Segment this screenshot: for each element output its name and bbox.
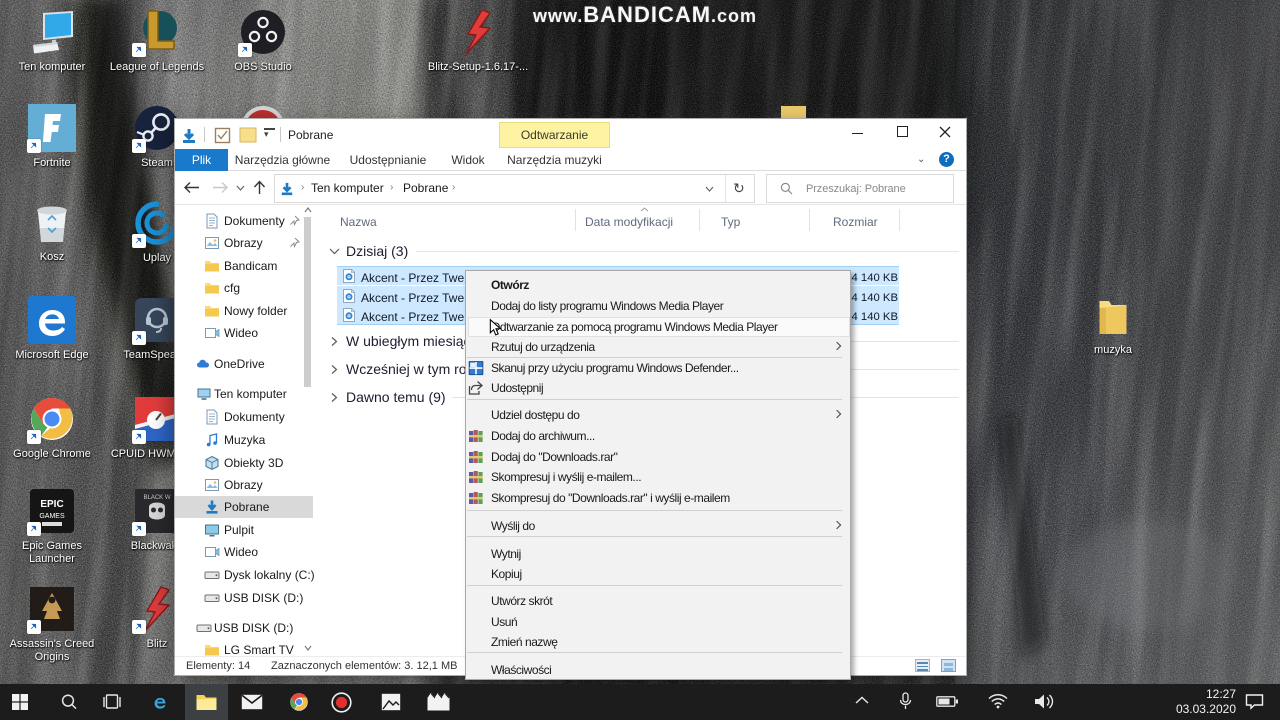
svg-text:EPIC: EPIC [40,499,63,510]
svg-text:BLACK W: BLACK W [143,495,170,501]
svg-text:GAMES: GAMES [39,513,65,520]
